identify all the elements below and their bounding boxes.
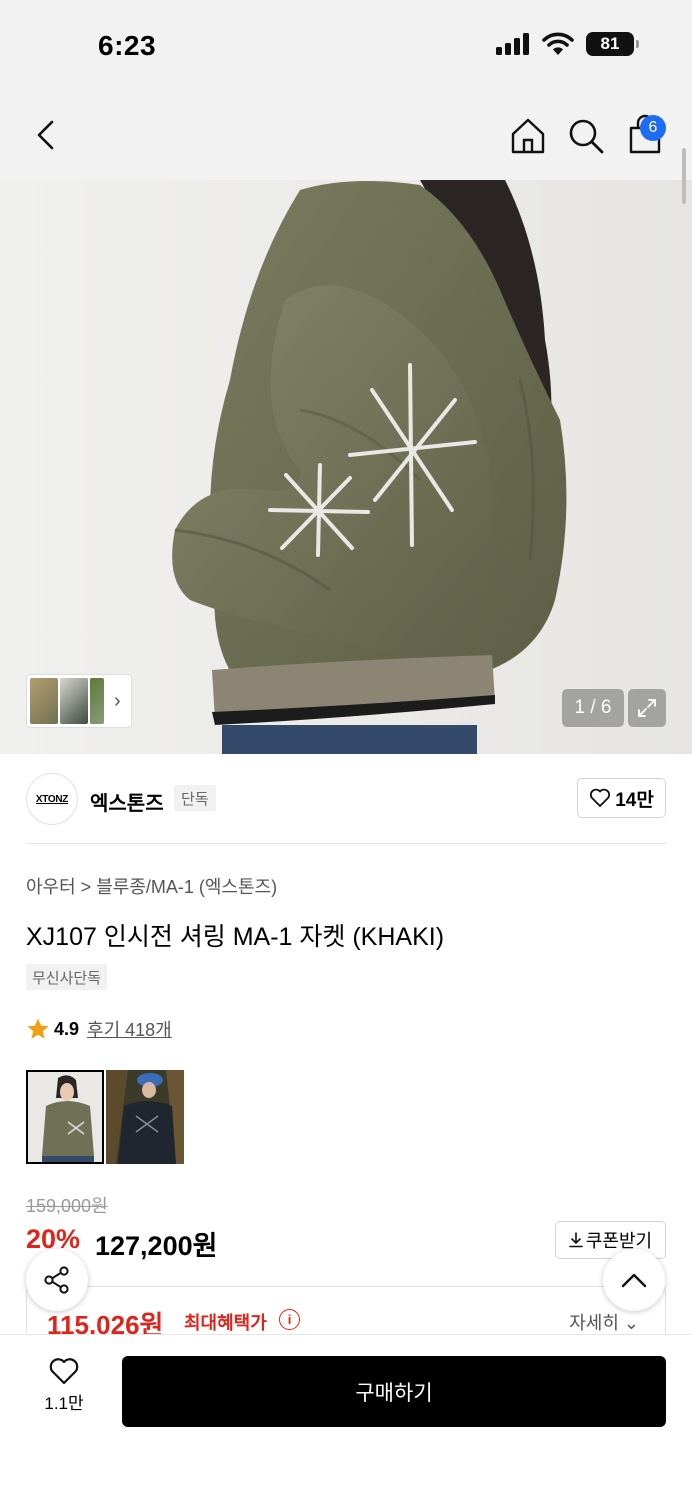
black-jacket-thumbnail: [106, 1070, 184, 1164]
top-navigation: [0, 90, 692, 180]
page-scroll-indicator[interactable]: [682, 148, 686, 204]
chevron-up-icon: [621, 1273, 647, 1288]
chevron-down-icon: ⌄: [623, 1313, 639, 1333]
color-option-khaki[interactable]: [26, 1070, 104, 1164]
status-time: 6:23: [98, 30, 157, 61]
chevron-right-icon[interactable]: ›: [114, 690, 121, 713]
battery-icon: 81: [586, 32, 639, 56]
expand-icon: [638, 699, 656, 717]
review-count-link[interactable]: 후기 418개: [87, 1016, 172, 1042]
heart-icon: [590, 788, 611, 807]
khaki-jacket-thumbnail: [28, 1072, 102, 1162]
jacket-photo: [0, 180, 692, 754]
max-benefit-label: 최대혜택가: [184, 1313, 267, 1333]
divider: [26, 843, 666, 844]
home-icon[interactable]: [508, 116, 548, 156]
heart-icon: [49, 1358, 79, 1385]
wishlist-button[interactable]: 1.1만: [34, 1357, 94, 1427]
detail-label: 자세히: [569, 1313, 619, 1333]
wifi-icon: [542, 32, 574, 55]
brand-name[interactable]: 엑스톤즈: [90, 787, 164, 816]
coupon-label: 쿠폰받기: [585, 1231, 653, 1251]
expand-image-button[interactable]: [628, 689, 666, 727]
original-price: 159,000원: [26, 1196, 108, 1216]
gallery-thumbnail[interactable]: [90, 678, 104, 724]
gallery-thumbnail-strip[interactable]: ›: [26, 674, 132, 728]
benefit-detail-toggle[interactable]: 자세히 ⌄: [569, 1309, 639, 1335]
brand-like-count: 14만: [615, 789, 654, 811]
star-icon: [27, 1018, 49, 1039]
category-breadcrumb[interactable]: 아우터 > 블루종/MA-1 (엑스톤즈): [26, 873, 277, 899]
sale-price: 127,200원: [95, 1231, 218, 1261]
rating-score: 4.9: [54, 1018, 80, 1039]
signal-icon: [496, 33, 529, 55]
brand-row: XTONZ 엑스톤즈 단독 14만: [0, 754, 692, 844]
scroll-to-top-button[interactable]: [603, 1249, 665, 1311]
product-title: XJ107 인시전 셔링 MA-1 자켓 (KHAKI): [26, 923, 445, 951]
share-icon: [44, 1266, 69, 1294]
product-main-image[interactable]: [0, 180, 692, 754]
status-icons: 81: [496, 32, 639, 56]
wishlist-count: 1.1만: [44, 1394, 84, 1413]
buy-button[interactable]: 구매하기: [122, 1356, 666, 1427]
bottom-action-bar: 1.1만 구매하기: [0, 1334, 692, 1500]
brand-like-button[interactable]: 14만: [577, 778, 666, 818]
cart-count-badge: 6: [640, 115, 666, 141]
color-option-black[interactable]: [106, 1070, 184, 1164]
image-counter: 1 / 6: [562, 689, 624, 727]
brand-tag: 단독: [174, 785, 216, 811]
info-icon[interactable]: i: [279, 1309, 300, 1330]
back-arrow-icon[interactable]: [30, 118, 64, 152]
share-button[interactable]: [26, 1249, 88, 1311]
rating-row: 4.9 후기 418개: [26, 1016, 172, 1042]
download-icon: [569, 1232, 583, 1248]
status-bar: 6:23 81: [0, 0, 692, 90]
brand-logo[interactable]: XTONZ: [26, 773, 78, 825]
exclusive-badge: 무신사단독: [26, 964, 108, 990]
gallery-thumbnail[interactable]: [60, 678, 88, 724]
search-icon[interactable]: [566, 116, 606, 156]
battery-level: 81: [600, 34, 620, 53]
gallery-thumbnail[interactable]: [30, 678, 58, 724]
